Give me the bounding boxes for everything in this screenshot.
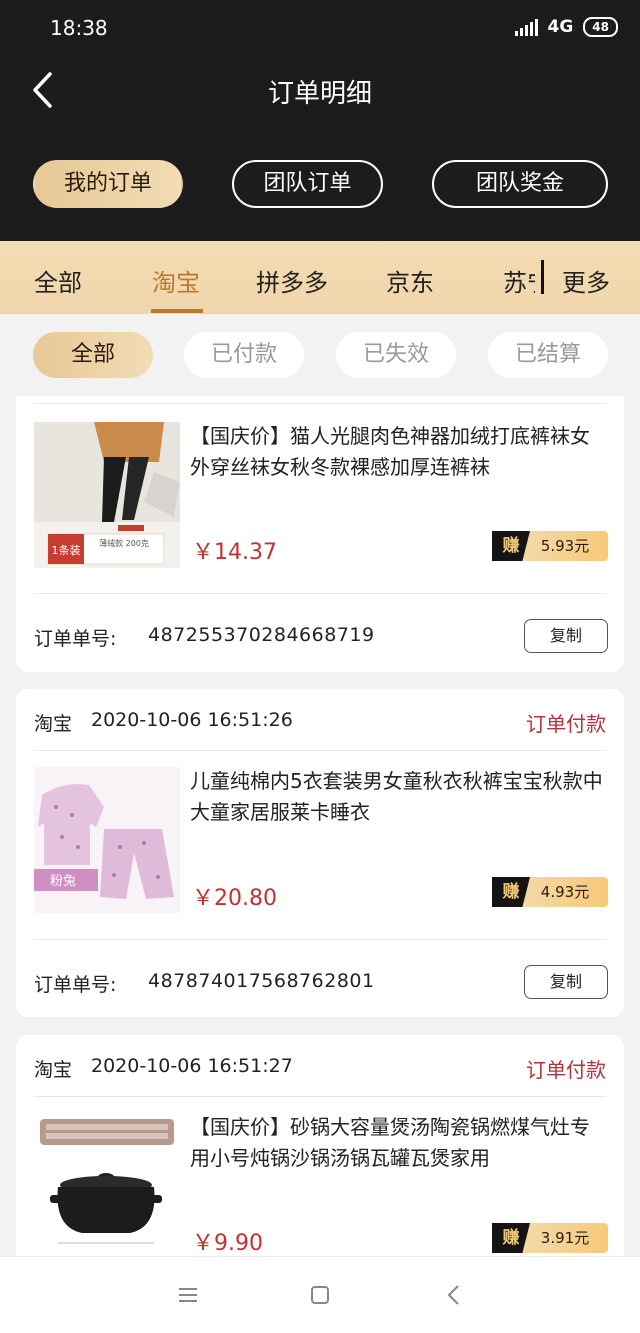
- filter-paid[interactable]: 已付款: [184, 332, 304, 378]
- filter-all[interactable]: 全部: [33, 332, 153, 378]
- order-header: 淘宝 2020-10-06 16:51:26 订单付款: [34, 689, 606, 751]
- order-card: 淘宝 2020-10-06 16:51:27 订单付款 【国庆价】砂锅大容量煲汤…: [16, 1035, 624, 1275]
- status-time: 18:38: [50, 16, 108, 40]
- card-divider: [34, 593, 606, 594]
- product-title[interactable]: 【国庆价】砂锅大容量煲汤陶瓷锅燃煤气灶专用小号炖锅沙锅汤锅瓦罐瓦煲家用: [190, 1112, 606, 1174]
- product-price: ￥20.80: [192, 886, 277, 911]
- product-image[interactable]: 粉兔: [34, 767, 180, 913]
- order-status: 订单付款: [526, 1058, 606, 1082]
- order-no-label: 订单单号:: [34, 628, 117, 650]
- tab-jd[interactable]: 京东: [386, 263, 434, 298]
- home-square-icon[interactable]: [308, 1283, 332, 1307]
- copy-button[interactable]: 复制: [524, 619, 608, 653]
- earn-value: 5.93元: [522, 531, 608, 561]
- order-no: 487874017568762801: [148, 970, 375, 992]
- order-status: 订单付款: [526, 712, 606, 736]
- signal-icon: [514, 18, 538, 36]
- tab-pinduoduo[interactable]: 拼多多: [256, 263, 328, 298]
- thumb-badge: 1条装: [52, 543, 81, 557]
- tab-all[interactable]: 全部: [34, 263, 82, 298]
- earn-badge: 赚 5.93元: [492, 531, 608, 561]
- filter-invalid[interactable]: 已失效: [336, 332, 456, 378]
- page-title: 订单明细: [267, 79, 372, 109]
- tab-separator: [541, 260, 544, 294]
- product-title[interactable]: 【国庆价】猫人光腿肉色神器加绒打底裤袜女外穿丝袜女秋冬款裸感加厚连裤袜: [190, 421, 606, 483]
- menu-icon[interactable]: [176, 1283, 200, 1307]
- order-platform: 淘宝: [34, 713, 73, 735]
- network-type: 4G: [547, 17, 574, 37]
- order-time: 2020-10-06 16:51:27: [91, 1055, 293, 1077]
- earn-value: 3.91元: [522, 1223, 608, 1253]
- order-no-label: 订单单号:: [34, 974, 117, 996]
- thumb-tag: 粉兔: [50, 874, 76, 889]
- battery-icon: 48: [583, 17, 618, 37]
- product-image[interactable]: 1条装 薄绒款 200克: [34, 422, 180, 568]
- product-title[interactable]: 儿童纯棉内5衣套装男女童秋衣秋裤宝宝秋款中大童家居服莱卡睡衣: [190, 766, 606, 828]
- status-filter-bar: 全部 已付款 已失效 已结算: [0, 314, 640, 396]
- product-price: ￥9.90: [192, 1231, 263, 1256]
- status-bar: 18:38 4G 48: [0, 0, 640, 56]
- order-platform: 淘宝: [34, 1059, 73, 1081]
- copy-button[interactable]: 复制: [524, 965, 608, 999]
- tab-taobao[interactable]: 淘宝: [152, 263, 200, 298]
- card-divider: [34, 403, 606, 404]
- system-nav-bar: [0, 1256, 640, 1333]
- order-card: 1条装 薄绒款 200克 【国庆价】猫人光腿肉色神器加绒打底裤袜女外穿丝袜女秋冬…: [16, 396, 624, 672]
- earn-badge: 赚 3.91元: [492, 1223, 608, 1253]
- segment-team-bonus[interactable]: 团队奖金: [432, 160, 608, 208]
- earn-value: 4.93元: [522, 877, 608, 907]
- header-area: 18:38 4G 48 订单明细 我的订单 团队订单 团队奖金: [0, 0, 640, 241]
- order-time: 2020-10-06 16:51:26: [91, 709, 293, 731]
- thumb-text: 薄绒款 200克: [99, 538, 149, 548]
- back-triangle-icon[interactable]: [442, 1283, 466, 1307]
- tab-suning[interactable]: 苏宁: [503, 263, 535, 298]
- product-price: ￥14.37: [192, 540, 277, 565]
- earn-badge: 赚 4.93元: [492, 877, 608, 907]
- filter-settled[interactable]: 已结算: [488, 332, 608, 378]
- order-no: 487255370284668719: [148, 624, 375, 646]
- order-header: 淘宝 2020-10-06 16:51:27 订单付款: [34, 1035, 606, 1097]
- tab-more[interactable]: 更多: [562, 263, 610, 298]
- product-image[interactable]: [34, 1115, 180, 1255]
- order-card: 淘宝 2020-10-06 16:51:26 订单付款 粉兔 儿童纯棉内5衣套装…: [16, 689, 624, 1017]
- segment-my-orders[interactable]: 我的订单: [33, 160, 183, 208]
- segment-team-orders[interactable]: 团队订单: [232, 160, 383, 208]
- card-divider: [34, 939, 606, 940]
- platform-tabs: 全部 淘宝 拼多多 京东 苏宁 更多: [0, 241, 640, 314]
- active-tab-indicator: [151, 309, 203, 313]
